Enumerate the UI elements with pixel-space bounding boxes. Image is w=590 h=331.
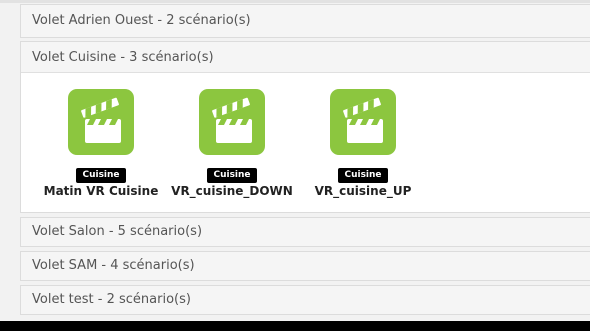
scene-name: Matin VR Cuisine [43, 184, 159, 198]
clapperboard-icon[interactable] [68, 89, 134, 155]
panel-volet-adrien-ouest[interactable]: Volet Adrien Ouest - 2 scénario(s) [20, 4, 590, 38]
room-tag: Cuisine [76, 168, 126, 183]
panel-title[interactable]: Volet Cuisine - 3 scénario(s) [21, 42, 590, 73]
scene-item[interactable]: Cuisine Matin VR Cuisine [36, 89, 166, 198]
scene-name: VR_cuisine_UP [314, 184, 412, 198]
panel-title[interactable]: Volet test - 2 scénario(s) [21, 286, 590, 314]
panel-title[interactable]: Volet Adrien Ouest - 2 scénario(s) [21, 5, 590, 37]
room-tag: Cuisine [207, 168, 257, 183]
panel-title[interactable]: Volet Salon - 5 scénario(s) [21, 218, 590, 246]
panel-volet-sam[interactable]: Volet SAM - 4 scénario(s) [20, 251, 590, 281]
panel-volet-cuisine: Volet Cuisine - 3 scénario(s) Cuisine Ma… [20, 41, 590, 213]
clapperboard-icon[interactable] [199, 89, 265, 155]
scene-item[interactable]: Cuisine VR_cuisine_DOWN [167, 89, 297, 198]
panel-title[interactable]: Volet SAM - 4 scénario(s) [21, 252, 590, 280]
scene-list: Cuisine Matin VR Cuisine Cuisine VR_cuis… [21, 73, 590, 213]
top-edge [0, 0, 590, 3]
scene-item[interactable]: Cuisine VR_cuisine_UP [298, 89, 428, 198]
panel-volet-salon[interactable]: Volet Salon - 5 scénario(s) [20, 217, 590, 247]
scene-name: VR_cuisine_DOWN [171, 184, 293, 198]
room-tag: Cuisine [338, 168, 388, 183]
bottom-bar [0, 321, 590, 331]
clapperboard-icon[interactable] [330, 89, 396, 155]
panel-volet-test[interactable]: Volet test - 2 scénario(s) [20, 285, 590, 315]
